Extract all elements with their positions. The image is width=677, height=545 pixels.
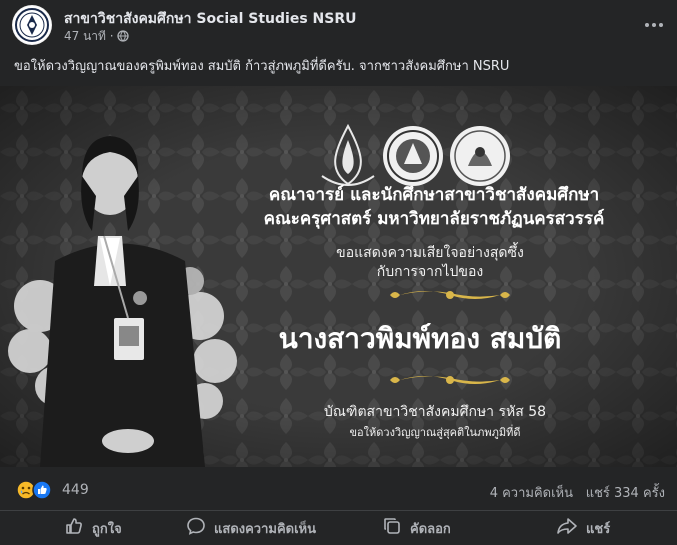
comment-count[interactable]: 4 ความคิดเห็น [490, 482, 573, 503]
thumbs-up-icon [64, 516, 84, 540]
like-button[interactable]: ถูกใจ [64, 511, 122, 545]
page-avatar[interactable] [12, 5, 52, 45]
comment-icon [186, 516, 206, 540]
poster-line6: ขอให้ดวงวิญญาณสู่สุคติในภพภูมิที่ดี [350, 424, 521, 439]
share-arrow-icon [556, 516, 578, 540]
poster-deceased-name: นางสาวพิมพ์ทอง สมบัติ [279, 322, 562, 355]
post-actions: ถูกใจ แสดงความคิดเห็น คัดลอก แชร์ [0, 510, 677, 545]
poster-line1: คณาจารย์ และนักศึกษาสาขาวิชาสังคมศึกษา [269, 184, 599, 205]
copy-icon [382, 516, 402, 540]
post-timestamp[interactable]: 47 นาที [64, 29, 106, 43]
emblem-right [450, 126, 510, 186]
share-count[interactable]: แชร์ 334 ครั้ง [586, 482, 665, 503]
like-reaction-icon[interactable] [32, 480, 52, 504]
copy-label: คัดลอก [410, 521, 451, 537]
globe-icon [117, 30, 130, 45]
post-stats: 449 4 ความคิดเห็น แชร์ 334 ครั้ง [0, 472, 677, 508]
poster-line4: กับการจากไปของ [377, 263, 484, 280]
comment-label: แสดงความคิดเห็น [214, 521, 317, 537]
comment-button[interactable]: แสดงความคิดเห็น [186, 511, 316, 545]
post-header: สาขาวิชาสังคมศึกษา Social Studies NSRU 4… [0, 0, 677, 50]
post-image[interactable]: คณาจารย์ และนักศึกษาสาขาวิชาสังคมศึกษา ค… [0, 86, 677, 467]
share-label: แชร์ [586, 521, 611, 537]
facebook-post: สาขาวิชาสังคมศึกษา Social Studies NSRU 4… [0, 0, 677, 544]
like-label: ถูกใจ [92, 521, 122, 537]
poster-line3: ขอแสดงความเสียใจอย่างสุดซึ้ง [336, 242, 524, 261]
post-caption: ขอให้ดวงวิญญาณของครูพิมพ์ทอง สมบัติ ก้าว… [14, 59, 510, 74]
more-options-button[interactable] [642, 15, 666, 35]
meta-separator: · [109, 29, 114, 43]
copy-button[interactable]: คัดลอก [382, 511, 451, 545]
reaction-count[interactable]: 449 [62, 482, 89, 498]
post-meta: 47 นาที · [64, 27, 130, 46]
poster-line5: บัณฑิตสาขาวิชาสังคมศึกษา รหัส 58 [324, 404, 546, 420]
more-dots-icon [642, 20, 666, 39]
poster-line2: คณะครุศาสตร์ มหาวิทยาลัยราชภัฏนครสวรรค์ [264, 208, 605, 229]
share-button[interactable]: แชร์ [556, 511, 610, 545]
emblem-center [383, 126, 443, 186]
